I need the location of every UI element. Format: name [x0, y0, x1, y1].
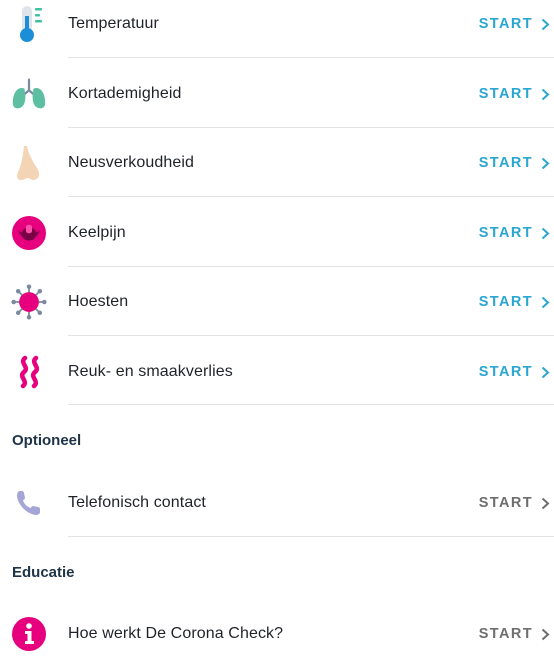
optional-row-telefonisch-contact[interactable]: Telefonisch contact START — [0, 473, 554, 533]
symptom-label: Reuk- en smaakverlies — [68, 363, 233, 380]
divider — [68, 404, 554, 405]
start-button[interactable]: START — [479, 495, 550, 511]
start-label: START — [478, 626, 533, 642]
chevron-right-icon — [541, 366, 550, 378]
thermometer-icon — [11, 6, 47, 42]
symptom-label: Keelpijn — [68, 224, 126, 241]
start-button[interactable]: START — [479, 294, 550, 310]
chevron-right-icon — [541, 227, 550, 239]
symptom-label: Temperatuur — [68, 15, 159, 32]
symptom-row-neusverkoudheid[interactable]: Neusverkoudheid START — [0, 133, 554, 193]
virus-icon — [11, 284, 47, 320]
divider — [68, 127, 554, 128]
nose-icon — [11, 145, 47, 181]
symptom-label: Kortademigheid — [68, 85, 182, 102]
start-button[interactable]: START — [479, 225, 550, 241]
start-label: START — [478, 86, 533, 102]
symptom-row-temperatuur[interactable]: Temperatuur START — [0, 0, 554, 54]
symptom-row-reuk-smaakverlies[interactable]: Reuk- en smaakverlies START — [0, 342, 554, 402]
divider — [68, 57, 554, 58]
info-icon — [11, 616, 47, 652]
chevron-right-icon — [541, 497, 550, 509]
divider — [68, 196, 554, 197]
optional-label: Telefonisch contact — [68, 494, 206, 511]
start-label: START — [478, 16, 533, 32]
start-button[interactable]: START — [479, 364, 550, 380]
divider — [68, 536, 554, 537]
symptom-label: Neusverkoudheid — [68, 154, 195, 171]
divider — [68, 335, 554, 336]
start-button[interactable]: START — [479, 626, 550, 642]
section-title-optioneel: Optioneel — [12, 432, 82, 449]
start-button[interactable]: START — [479, 16, 550, 32]
symptom-row-keelpijn[interactable]: Keelpijn START — [0, 203, 554, 263]
chevron-right-icon — [541, 18, 550, 30]
phone-icon — [11, 485, 47, 521]
start-label: START — [478, 294, 533, 310]
chevron-right-icon — [541, 628, 550, 640]
chevron-right-icon — [541, 157, 550, 169]
smell-waves-icon — [11, 354, 47, 390]
start-label: START — [478, 495, 533, 511]
chevron-right-icon — [541, 88, 550, 100]
lungs-icon — [11, 76, 47, 112]
section-title-educatie: Educatie — [12, 564, 75, 581]
start-button[interactable]: START — [479, 86, 550, 102]
start-button[interactable]: START — [479, 155, 550, 171]
start-label: START — [478, 364, 533, 380]
start-label: START — [478, 155, 533, 171]
symptom-row-kortademigheid[interactable]: Kortademigheid START — [0, 64, 554, 124]
throat-icon — [11, 215, 47, 251]
symptom-label: Hoesten — [68, 293, 129, 310]
chevron-right-icon — [541, 296, 550, 308]
education-label: Hoe werkt De Corona Check? — [68, 625, 284, 642]
symptom-row-hoesten[interactable]: Hoesten START — [0, 272, 554, 332]
education-row-hoe-werkt[interactable]: Hoe werkt De Corona Check? START — [0, 604, 554, 664]
start-label: START — [478, 225, 533, 241]
divider — [68, 266, 554, 267]
